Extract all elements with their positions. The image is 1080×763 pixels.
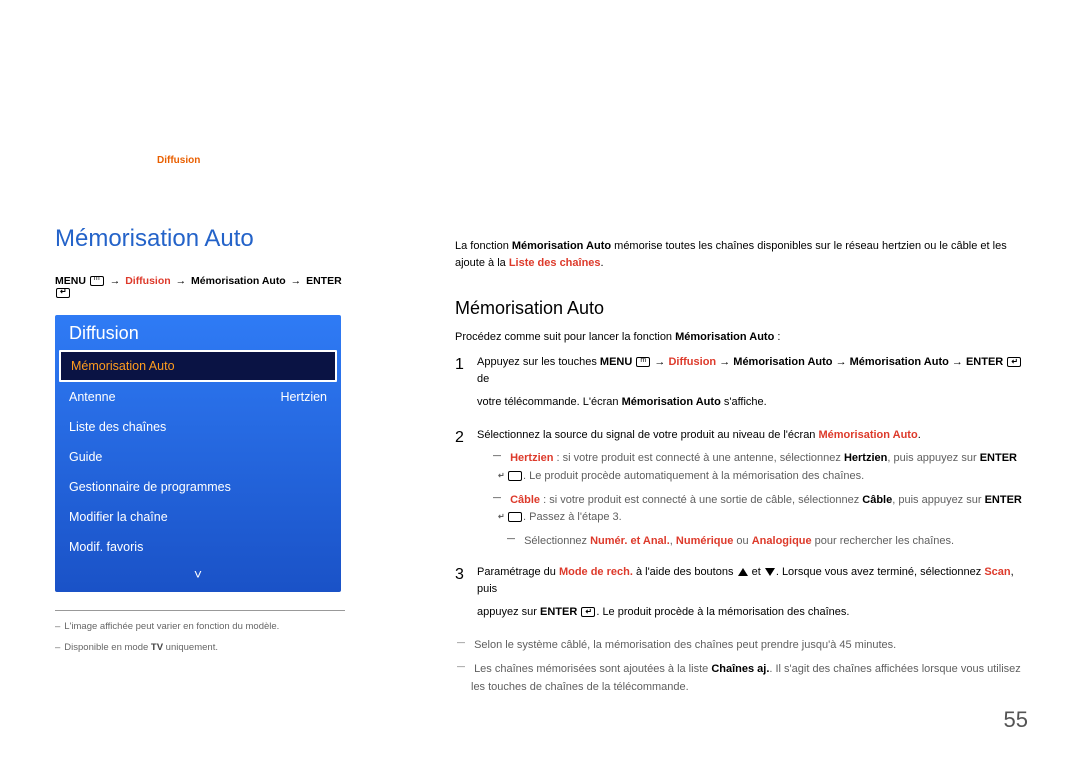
enter-icon	[56, 288, 70, 298]
arrow-sep: →	[291, 275, 302, 287]
panel-item-gestionnaire[interactable]: Gestionnaire de programmes	[55, 472, 341, 502]
menu-path: MENU → Diffusion → Mémorisation Auto → E…	[55, 275, 345, 299]
page-title: Mémorisation Auto	[55, 225, 345, 253]
sub-item-cable: Câble : si votre produit est connecté à …	[477, 492, 1035, 527]
note-1: Selon le système câblé, la mémorisation …	[455, 637, 1035, 655]
footnote-1: –L'image affichée peut varier en fonctio…	[55, 621, 345, 632]
footnote-2: –Disponible en mode TV uniquement.	[55, 642, 345, 653]
sub-item-hertzien: Hertzien : si votre produit est connecté…	[477, 450, 1035, 485]
intro-paragraph: La fonction Mémorisation Auto mémorise t…	[455, 238, 1035, 272]
note-2: Les chaînes mémorisées sont ajoutées à l…	[455, 661, 1035, 696]
enter-icon	[508, 512, 522, 522]
bc-diffusion: Diffusion	[125, 275, 171, 287]
menu-label: MENU	[55, 275, 86, 287]
panel-item-label: Mémorisation Auto	[71, 359, 175, 373]
step-number: 1	[455, 354, 477, 417]
step-body: Appuyez sur les touches MENU → Diffusion…	[477, 354, 1035, 417]
step-body: Paramétrage du Mode de rech. à l'aide de…	[477, 564, 1035, 627]
panel-item-label: Antenne	[69, 390, 116, 404]
panel-item-guide[interactable]: Guide	[55, 442, 341, 472]
panel-header: Diffusion	[55, 315, 341, 350]
page-number: 55	[1004, 707, 1028, 733]
enter-icon	[508, 471, 522, 481]
panel-item-liste[interactable]: Liste des chaînes	[55, 412, 341, 442]
triangle-down-icon	[765, 568, 775, 576]
panel-item-label: Modif. favoris	[69, 540, 143, 554]
section-title: Mémorisation Auto	[455, 298, 1035, 319]
panel-item-label: Guide	[69, 450, 102, 464]
footnote-text: L'image affichée peut varier en fonction…	[64, 621, 279, 632]
panel-item-value: Hertzien	[280, 390, 327, 404]
panel-item-label: Modifier la chaîne	[69, 510, 168, 524]
right-column: La fonction Mémorisation Auto mémorise t…	[455, 238, 1035, 702]
menu-icon	[636, 357, 650, 367]
panel-item-label: Liste des chaînes	[69, 420, 166, 434]
step-3: 3 Paramétrage du Mode de rech. à l'aide …	[455, 564, 1035, 627]
step-number: 2	[455, 427, 477, 554]
divider	[55, 610, 345, 611]
step-body: Sélectionnez la source du signal de votr…	[477, 427, 1035, 554]
arrow-sep: →	[110, 275, 121, 287]
footnote-text: uniquement.	[163, 642, 218, 653]
panel-item-selected[interactable]: Mémorisation Auto	[59, 350, 337, 382]
panel-item-label: Gestionnaire de programmes	[69, 480, 231, 494]
lead-paragraph: Procédez comme suit pour lancer la fonct…	[455, 329, 1035, 346]
step-number: 3	[455, 564, 477, 627]
step-1: 1 Appuyez sur les touches MENU → Diffusi…	[455, 354, 1035, 417]
panel-item-antenne[interactable]: Antenne Hertzien	[55, 382, 341, 412]
left-column: Mémorisation Auto MENU → Diffusion → Mém…	[55, 225, 345, 663]
chapter-link: Diffusion	[157, 155, 200, 166]
chevron-down-icon[interactable]: ˅	[55, 562, 341, 582]
footnote-text: Disponible en mode	[64, 642, 151, 653]
bc-memauto: Mémorisation Auto	[191, 275, 286, 287]
enter-icon	[1007, 357, 1021, 367]
menu-icon	[90, 276, 104, 286]
triangle-up-icon	[738, 568, 748, 576]
step-2: 2 Sélectionnez la source du signal de vo…	[455, 427, 1035, 554]
arrow-sep: →	[176, 275, 187, 287]
sub-item-select: Sélectionnez Numér. et Anal., Numérique …	[477, 533, 1035, 551]
step-list: 1 Appuyez sur les touches MENU → Diffusi…	[455, 354, 1035, 627]
enter-icon	[581, 607, 595, 617]
panel-item-modifier[interactable]: Modifier la chaîne	[55, 502, 341, 532]
enter-label: ENTER	[306, 275, 342, 287]
footnote-bold: TV	[151, 642, 163, 653]
panel-item-favoris[interactable]: Modif. favoris	[55, 532, 341, 562]
tv-menu-panel: Diffusion Mémorisation Auto Antenne Hert…	[55, 315, 341, 592]
